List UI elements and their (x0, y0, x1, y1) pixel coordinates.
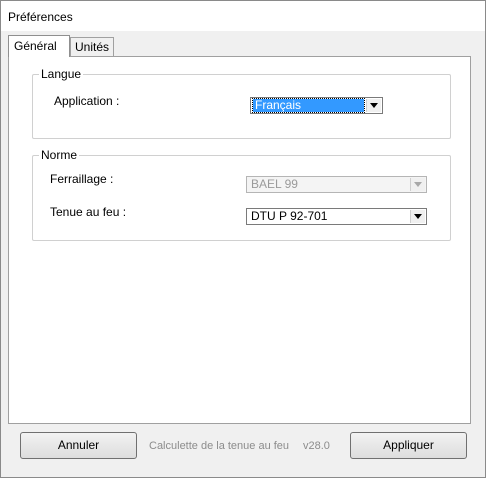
langue-group: Langue Application : Français (32, 67, 451, 139)
apply-button-label: Appliquer (383, 438, 434, 452)
tab-panel-general: Langue Application : Français Norme Ferr… (8, 56, 471, 424)
chevron-down-icon[interactable] (410, 210, 425, 223)
tab-unites-label: Unités (75, 40, 110, 54)
norme-group: Norme Ferraillage : BAEL 99 Tenue au feu… (32, 148, 451, 241)
tenue-au-feu-label: Tenue au feu : (50, 205, 127, 219)
cancel-button-label: Annuler (57, 438, 100, 452)
window-client-area: Général Unités Langue Application : Fran… (1, 31, 485, 477)
ferraillage-label: Ferraillage : (50, 172, 114, 186)
application-label: Application : (54, 94, 120, 108)
window-title: Préférences (8, 10, 73, 24)
ferraillage-select: BAEL 99 (246, 176, 427, 193)
chevron-down-icon (410, 178, 425, 191)
preferences-window: Préférences Général Unités Langue Applic… (0, 0, 486, 478)
application-language-value: Français (252, 98, 365, 113)
cancel-button[interactable]: Annuler (20, 432, 137, 459)
tenue-au-feu-select[interactable]: DTU P 92-701 (246, 208, 427, 225)
version-text: v28.0 (303, 440, 330, 452)
application-language-select[interactable]: Français (250, 97, 383, 114)
app-name-text: Calculette de la tenue au feu (149, 440, 290, 452)
norme-group-legend: Norme (39, 148, 80, 162)
tab-general[interactable]: Général (8, 35, 70, 57)
langue-group-legend: Langue (39, 67, 84, 81)
ferraillage-value: BAEL 99 (251, 177, 298, 191)
apply-button[interactable]: Appliquer (350, 432, 467, 459)
title-bar: Préférences (1, 1, 485, 31)
chevron-down-icon[interactable] (366, 99, 381, 112)
tab-general-label: Général (14, 39, 57, 53)
tab-unites[interactable]: Unités (70, 37, 114, 56)
tenue-au-feu-value: DTU P 92-701 (251, 209, 328, 223)
